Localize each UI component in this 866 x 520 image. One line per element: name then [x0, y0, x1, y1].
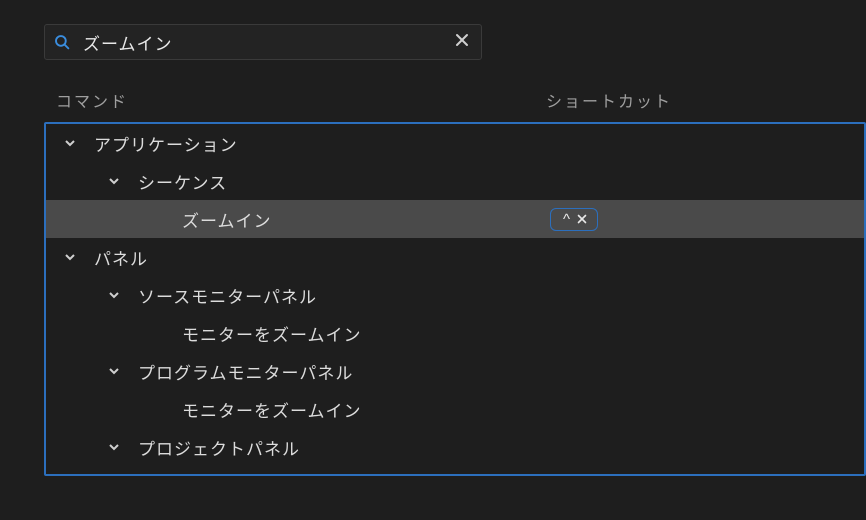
tree-row-sequence[interactable]: シーケンス: [46, 162, 864, 200]
shortcut-remove-icon[interactable]: [577, 212, 587, 227]
tree-row-project-zoom-in[interactable]: ズームイン: [46, 466, 864, 476]
search-field[interactable]: [44, 24, 482, 60]
shortcut-badge[interactable]: ^: [550, 208, 598, 231]
tree-label: パネル: [94, 245, 148, 270]
tree-label: モニターをズームイン: [182, 321, 362, 346]
column-shortcut-header: ショートカット: [546, 88, 672, 112]
shortcut-cell: ^: [550, 208, 598, 231]
command-tree[interactable]: アプリケーション シーケンス ズームイン ^: [44, 122, 866, 476]
search-input[interactable]: [71, 32, 451, 52]
clear-icon[interactable]: [451, 29, 473, 56]
tree-label: アプリケーション: [94, 131, 238, 156]
chevron-down-icon[interactable]: [104, 441, 124, 453]
search-icon: [53, 33, 71, 51]
chevron-down-icon[interactable]: [104, 365, 124, 377]
tree-row-program-monitor-panel[interactable]: プログラムモニターパネル: [46, 352, 864, 390]
tree-row-source-monitor-panel[interactable]: ソースモニターパネル: [46, 276, 864, 314]
tree-label: プログラムモニターパネル: [138, 359, 353, 384]
chevron-down-icon[interactable]: [60, 251, 80, 263]
tree-label: ズームイン: [182, 473, 272, 477]
tree-label: ズームイン: [182, 207, 272, 232]
column-headers: コマンド ショートカット: [44, 88, 866, 112]
chevron-down-icon[interactable]: [60, 137, 80, 149]
tree-label: モニターをズームイン: [182, 397, 362, 422]
tree-row-zoom-in[interactable]: ズームイン ^: [46, 200, 864, 238]
tree-row-monitor-zoom-in-2[interactable]: モニターをズームイン: [46, 390, 864, 428]
tree-row-project-panel[interactable]: プロジェクトパネル: [46, 428, 864, 466]
tree-row-application[interactable]: アプリケーション: [46, 124, 864, 162]
tree-row-panel[interactable]: パネル: [46, 238, 864, 276]
chevron-down-icon[interactable]: [104, 289, 124, 301]
shortcut-symbol: ^: [563, 211, 571, 228]
tree-label: シーケンス: [138, 169, 227, 194]
tree-label: プロジェクトパネル: [138, 435, 300, 460]
column-command-header: コマンド: [56, 88, 546, 112]
chevron-down-icon[interactable]: [104, 175, 124, 187]
tree-row-monitor-zoom-in-1[interactable]: モニターをズームイン: [46, 314, 864, 352]
shortcuts-panel: コマンド ショートカット アプリケーション シーケンス ズームイン ^: [0, 0, 866, 476]
tree-label: ソースモニターパネル: [138, 283, 317, 308]
